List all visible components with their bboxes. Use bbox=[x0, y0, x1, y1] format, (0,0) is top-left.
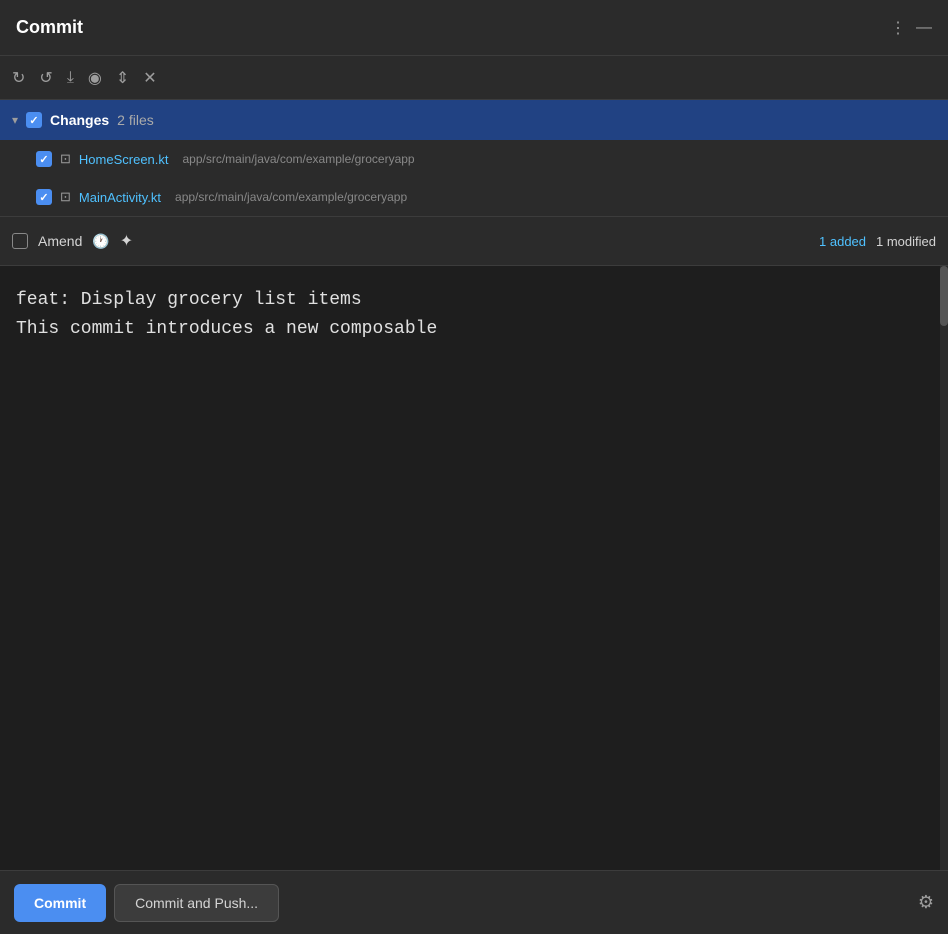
scrollbar[interactable] bbox=[940, 266, 948, 934]
page-title: Commit bbox=[16, 17, 83, 38]
modified-badge: 1 modified bbox=[876, 234, 936, 249]
expand-icon[interactable]: ⇕ bbox=[116, 68, 129, 88]
commit-button[interactable]: Commit bbox=[14, 884, 106, 922]
changes-count: 2 files bbox=[117, 112, 154, 128]
close-icon[interactable]: ✕ bbox=[143, 68, 156, 88]
added-badge: 1 added bbox=[819, 234, 866, 249]
amend-row: Amend 🕐 ✦ 1 added 1 modified bbox=[0, 216, 948, 266]
changes-header[interactable]: ▾ Changes 2 files bbox=[0, 100, 948, 140]
more-icon[interactable]: ⋮ bbox=[890, 18, 906, 38]
amend-checkbox[interactable] bbox=[12, 233, 28, 249]
file-list-area: ▾ Changes 2 files ⊡ HomeScreen.kt app/sr… bbox=[0, 100, 948, 266]
commit-message-area[interactable] bbox=[0, 266, 948, 934]
changes-checkbox[interactable] bbox=[26, 112, 42, 128]
commit-message-input[interactable] bbox=[16, 286, 932, 344]
file-path-mainactivity: app/src/main/java/com/example/groceryapp bbox=[175, 190, 407, 204]
bottom-bar: Commit Commit and Push... ⚙ bbox=[0, 870, 948, 934]
file-name-mainactivity: MainActivity.kt bbox=[79, 190, 161, 205]
settings-icon[interactable]: ⚙ bbox=[918, 892, 934, 913]
file-checkbox-homescreen[interactable] bbox=[36, 151, 52, 167]
scrollbar-thumb[interactable] bbox=[940, 266, 948, 326]
file-checkbox-mainactivity[interactable] bbox=[36, 189, 52, 205]
header-actions: ⋮ — bbox=[890, 18, 932, 38]
commit-push-button[interactable]: Commit and Push... bbox=[114, 884, 279, 922]
undo-icon[interactable]: ↺ bbox=[39, 68, 52, 88]
header: Commit ⋮ — bbox=[0, 0, 948, 56]
main-layout: ▾ Changes 2 files ⊡ HomeScreen.kt app/sr… bbox=[0, 100, 948, 934]
file-path-homescreen: app/src/main/java/com/example/groceryapp bbox=[183, 152, 415, 166]
toolbar: ↻ ↺ ⤓ ◉ ⇕ ✕ bbox=[0, 56, 948, 100]
download-icon[interactable]: ⤓ bbox=[67, 69, 74, 87]
file-modified-icon: ⊡ bbox=[60, 151, 71, 167]
chevron-down-icon: ▾ bbox=[12, 113, 18, 127]
eye-icon[interactable]: ◉ bbox=[88, 68, 102, 88]
amend-label: Amend bbox=[38, 233, 82, 249]
changes-label: Changes bbox=[50, 112, 109, 128]
file-modified-icon-2: ⊡ bbox=[60, 189, 71, 205]
file-name-homescreen: HomeScreen.kt bbox=[79, 152, 169, 167]
history-icon[interactable]: 🕐 bbox=[92, 233, 109, 250]
minimize-icon[interactable]: — bbox=[916, 19, 932, 37]
file-item-homescreen[interactable]: ⊡ HomeScreen.kt app/src/main/java/com/ex… bbox=[0, 140, 948, 178]
refresh-icon[interactable]: ↻ bbox=[12, 68, 25, 88]
add-icon[interactable]: ✦ bbox=[120, 231, 133, 251]
file-item-mainactivity[interactable]: ⊡ MainActivity.kt app/src/main/java/com/… bbox=[0, 178, 948, 216]
